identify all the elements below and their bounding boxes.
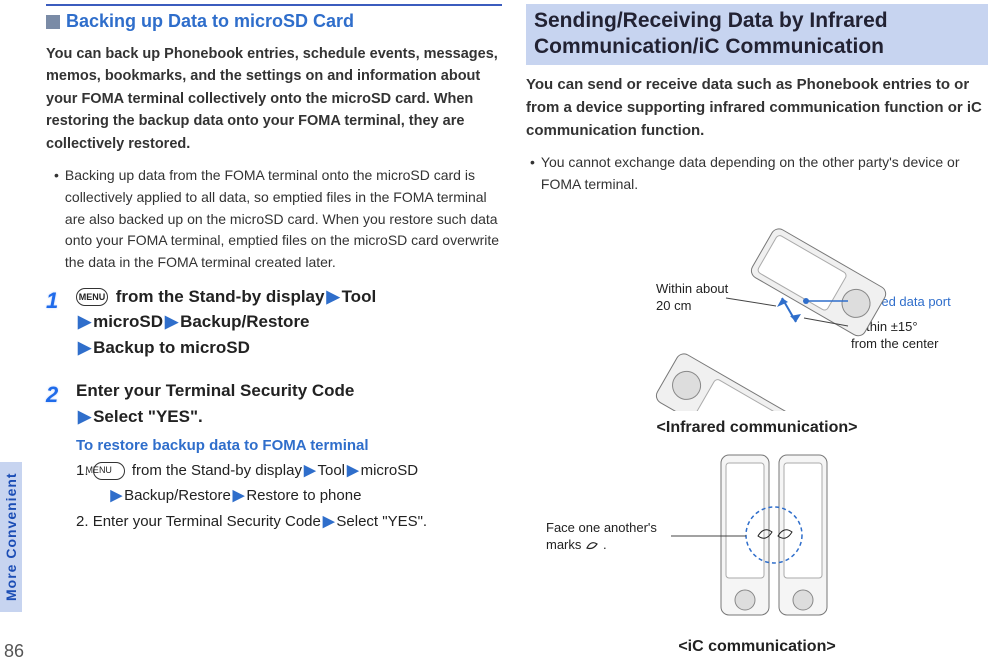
right-bullet-1-text: You cannot exchange data depending on th… xyxy=(541,152,988,195)
step1-p3: Backup/Restore xyxy=(180,312,309,331)
arrow-icon: ▶ xyxy=(233,487,245,504)
page-number: 86 xyxy=(4,641,24,662)
ic-caption: <iC communication> xyxy=(526,635,988,659)
arrow-icon: ▶ xyxy=(304,462,316,479)
infrared-svg xyxy=(526,206,986,411)
r1-pre: from the Stand-by display xyxy=(128,462,302,479)
infrared-caption: <Infrared communication> xyxy=(526,416,988,440)
right-intro: You can send or receive data such as Pho… xyxy=(526,73,988,143)
step-number-2: 2 xyxy=(46,378,76,534)
arrow-icon: ▶ xyxy=(323,513,335,530)
r2-b: Select "YES". xyxy=(336,513,427,530)
arrow-icon: ▶ xyxy=(165,312,178,331)
ic-diagram: Face one another's marks . xyxy=(526,440,988,635)
restore-subtitle: To restore backup data to FOMA terminal xyxy=(76,435,502,458)
left-heading: Backing up Data to microSD Card xyxy=(46,4,502,35)
step-2: 2 Enter your Terminal Security Code ▶Sel… xyxy=(46,378,502,534)
r1-b: microSD xyxy=(361,462,419,479)
left-bullet-1-text: Backing up data from the FOMA terminal o… xyxy=(65,165,502,273)
restore-item-1: 1. MENU from the Stand-by display▶Tool▶m… xyxy=(76,458,502,509)
right-column: Sending/Receiving Data by Infrared Commu… xyxy=(512,0,992,662)
step1-pre: from the Stand-by display xyxy=(111,287,324,306)
ic-svg xyxy=(526,440,986,635)
r1-a: Tool xyxy=(318,462,346,479)
arrow-icon: ▶ xyxy=(111,487,123,504)
step-1: 1 MENU from the Stand-by display▶Tool ▶m… xyxy=(46,284,502,361)
step1-p1: Tool xyxy=(342,287,377,306)
step1-p4: Backup to microSD xyxy=(93,338,250,357)
section-tab: More Convenient xyxy=(0,462,22,612)
bullet-dot-icon: • xyxy=(530,152,535,195)
step2-line2: Select "YES". xyxy=(93,407,203,426)
square-bullet-icon xyxy=(46,15,60,29)
page-root: More Convenient 86 Backing up Data to mi… xyxy=(0,0,1001,662)
step-number-1: 1 xyxy=(46,284,76,361)
sidebar: More Convenient 86 xyxy=(0,0,32,662)
bullet-dot-icon: • xyxy=(54,165,59,273)
right-bullet-1: • You cannot exchange data depending on … xyxy=(530,152,988,195)
step2-line1: Enter your Terminal Security Code xyxy=(76,381,354,400)
infrared-diagram: Within about 20 cm Infrared data port Wi… xyxy=(526,206,988,416)
arrow-icon: ▶ xyxy=(347,462,359,479)
arrow-icon: ▶ xyxy=(326,287,339,306)
right-heading: Sending/Receiving Data by Infrared Commu… xyxy=(526,4,988,65)
content-columns: Backing up Data to microSD Card You can … xyxy=(32,0,1001,662)
arrow-icon: ▶ xyxy=(78,338,91,357)
arrow-icon: ▶ xyxy=(78,407,91,426)
step-2-body: Enter your Terminal Security Code ▶Selec… xyxy=(76,378,502,534)
step1-p2: microSD xyxy=(93,312,163,331)
left-title: Backing up Data to microSD Card xyxy=(66,11,354,31)
r1-c: Backup/Restore xyxy=(124,487,231,504)
step-1-body: MENU from the Stand-by display▶Tool ▶mic… xyxy=(76,284,502,361)
r1-d: Restore to phone xyxy=(246,487,361,504)
left-bullet-1: • Backing up data from the FOMA terminal… xyxy=(54,165,502,273)
left-column: Backing up Data to microSD Card You can … xyxy=(32,0,512,662)
menu-button-icon: MENU xyxy=(93,462,125,480)
arrow-icon: ▶ xyxy=(78,312,91,331)
restore-item-2: 2. Enter your Terminal Security Code▶Sel… xyxy=(76,509,502,535)
r2-a: Enter your Terminal Security Code xyxy=(93,513,321,530)
restore-list: 1. MENU from the Stand-by display▶Tool▶m… xyxy=(76,458,502,535)
left-intro: You can back up Phonebook entries, sched… xyxy=(46,43,502,155)
menu-button-icon: MENU xyxy=(76,288,108,306)
